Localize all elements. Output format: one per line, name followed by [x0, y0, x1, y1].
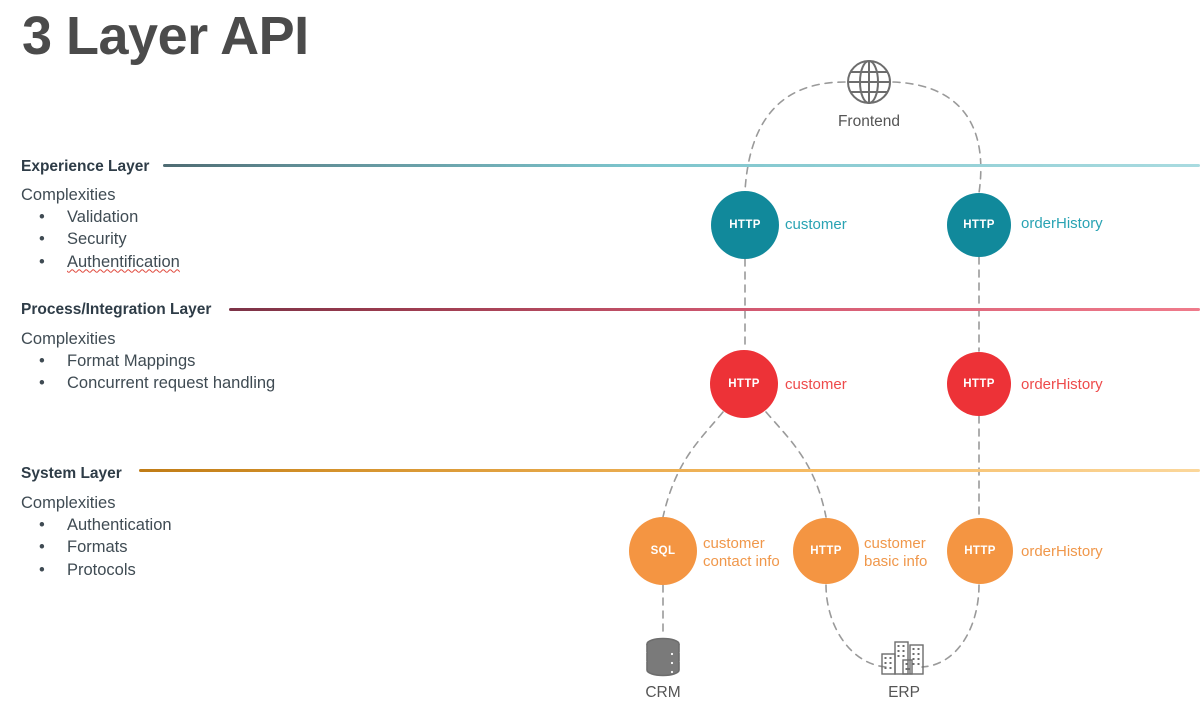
experience-bullet-list: • Validation • Security • Authentification — [21, 206, 180, 273]
experience-node-customer[interactable]: HTTP — [711, 191, 779, 259]
connector-proc-customer-to-basicinfo — [765, 411, 827, 518]
node-label-line2: basic info — [864, 553, 928, 570]
complexities-heading: Complexities — [21, 494, 116, 512]
globe-icon — [847, 60, 891, 104]
complexities-heading: Complexities — [21, 330, 116, 348]
list-item: • Authentification — [21, 251, 180, 273]
backend-caption-erp: ERP — [888, 684, 920, 701]
process-node-orderhistory-label: orderHistory — [1021, 376, 1103, 393]
backend-caption-crm: CRM — [645, 684, 681, 701]
list-item: • Protocols — [21, 559, 172, 581]
experience-node-orderhistory[interactable]: HTTP — [947, 193, 1011, 257]
frontend-node[interactable]: Frontend — [820, 57, 918, 131]
system-node-http-orderhistory[interactable]: HTTP — [947, 518, 1013, 584]
process-node-customer-label: customer — [785, 376, 847, 393]
process-bullet-list: • Format Mappings • Concurrent request han… — [21, 350, 275, 395]
bullet-text: Protocols — [67, 560, 136, 579]
experience-layer-title: Experience Layer — [21, 158, 150, 175]
list-item: • Concurrent request handling — [21, 372, 275, 394]
node-protocol-label: HTTP — [964, 545, 996, 557]
process-layer-complexities: Complexities • Format Mappings • Concurren… — [21, 330, 275, 394]
list-item: • Format Mappings — [21, 350, 275, 372]
bullet-text: Format Mappings — [67, 351, 196, 370]
list-item: • Authentication — [21, 514, 172, 536]
system-layer-rule — [139, 469, 1200, 472]
bullet-dot: • — [39, 560, 45, 579]
bullet-text: Formats — [67, 538, 128, 556]
list-item: • Security — [21, 228, 180, 250]
node-label-line1: customer — [703, 535, 765, 552]
list-item: • Validation — [21, 206, 180, 228]
process-node-orderhistory[interactable]: HTTP — [947, 352, 1011, 416]
system-node-http-customer-basic[interactable]: HTTP — [793, 518, 859, 584]
bullet-dot: • — [39, 252, 45, 271]
frontend-caption: Frontend — [837, 113, 901, 130]
bullet-text: Authentication — [67, 515, 172, 534]
experience-layer-rule — [163, 164, 1200, 167]
complexities-heading: Complexities — [21, 186, 116, 204]
bullet-dot: • — [39, 230, 45, 248]
diagram-canvas: 3 Layer API Experience Layer Complexitie… — [0, 0, 1200, 726]
bullet-text-misspelled: Authentification — [67, 252, 180, 271]
bullet-text: Concurrent request handling — [67, 374, 276, 392]
experience-node-orderhistory-label: orderHistory — [1021, 215, 1103, 232]
bullet-text: Validation — [67, 207, 139, 226]
node-label-line2: contact info — [703, 553, 780, 570]
process-layer-rule — [229, 308, 1200, 311]
system-layer-complexities: Complexities • Authentication • Formats • P… — [21, 494, 172, 581]
database-icon — [646, 637, 680, 677]
node-protocol-label: HTTP — [728, 378, 760, 390]
system-node-sql-customer-contact[interactable]: SQL — [629, 517, 697, 585]
node-protocol-label: HTTP — [963, 378, 995, 390]
node-protocol-label: HTTP — [729, 219, 761, 231]
bullet-dot: • — [39, 351, 45, 370]
bullet-dot: • — [39, 207, 45, 226]
node-protocol-label: HTTP — [810, 545, 842, 557]
list-item: • Formats — [21, 536, 172, 558]
system-node-http-orderhistory-label: orderHistory — [1021, 543, 1103, 560]
system-node-http-customer-basic-label: customer basic info — [864, 535, 927, 571]
process-layer-title: Process/Integration Layer — [21, 301, 212, 318]
node-label-line1: customer — [864, 535, 926, 552]
node-protocol-label: SQL — [650, 545, 676, 557]
bullet-text: Security — [67, 230, 127, 248]
system-bullet-list: • Authentication • Formats • Protocols — [21, 514, 172, 581]
bullet-dot: • — [39, 538, 45, 556]
experience-layer-complexities: Complexities • Validation • Security • Auth… — [21, 186, 180, 273]
system-node-sql-customer-contact-label: customer contact info — [703, 535, 780, 571]
buildings-icon — [881, 641, 924, 675]
process-node-customer[interactable]: HTTP — [710, 350, 778, 418]
node-protocol-label: HTTP — [963, 219, 995, 231]
backend-node-erp[interactable]: ERP — [855, 636, 953, 702]
connector-proc-customer-to-sql — [662, 411, 724, 518]
backend-node-crm[interactable]: CRM — [614, 636, 712, 702]
bullet-dot: • — [39, 515, 45, 534]
bullet-dot: • — [39, 374, 45, 392]
experience-node-customer-label: customer — [785, 216, 847, 233]
system-layer-title: System Layer — [21, 465, 122, 482]
